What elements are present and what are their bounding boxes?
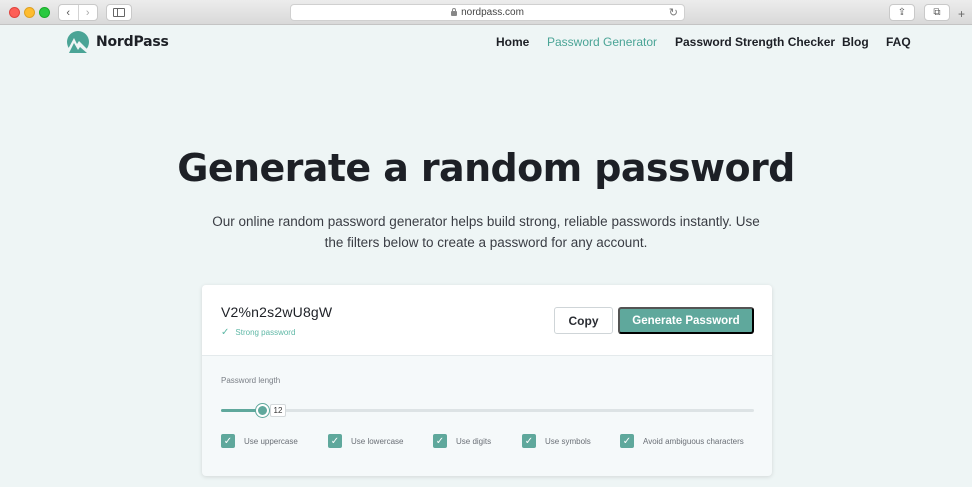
option-label: Use uppercase <box>244 436 298 446</box>
browser-toolbar: ‹ › nordpass.com ↻ ⇪ ⧉ + <box>0 0 972 25</box>
option-label: Use symbols <box>545 436 591 446</box>
option-avoid-ambiguous-characters[interactable]: ✓ Avoid ambiguous characters <box>620 434 744 448</box>
password-length-value: 12 <box>270 404 286 417</box>
forward-icon[interactable]: › <box>77 5 98 20</box>
checkbox-checked-icon[interactable]: ✓ <box>522 434 536 448</box>
password-output-panel: V2%n2s2wU8gW ✓ Strong password Copy Gene… <box>202 285 772 356</box>
option-label: Use digits <box>456 436 492 446</box>
share-icon[interactable]: ⇪ <box>889 4 915 21</box>
subtitle-line-2: the filters below to create a password f… <box>324 235 648 250</box>
option-label: Avoid ambiguous characters <box>643 436 744 446</box>
password-strength-label: Strong password <box>235 328 296 337</box>
nordpass-logo[interactable]: NordPass <box>64 31 169 53</box>
slider-handle[interactable] <box>256 404 270 417</box>
address-bar[interactable]: nordpass.com ↻ <box>290 4 685 21</box>
check-icon: ✓ <box>221 327 230 338</box>
back-icon[interactable]: ‹ <box>59 5 78 20</box>
history-nav: ‹ › <box>58 4 98 21</box>
lock-icon <box>451 8 458 16</box>
zoom-window-button[interactable] <box>39 7 50 18</box>
nav-blog[interactable]: Blog <box>842 35 869 49</box>
option-use-symbols[interactable]: ✓ Use symbols <box>522 434 591 448</box>
logo-text: NordPass <box>96 34 169 50</box>
option-use-lowercase[interactable]: ✓ Use lowercase <box>328 434 403 448</box>
option-label: Use lowercase <box>351 436 404 446</box>
password-length-label: Password length <box>221 376 281 385</box>
option-use-digits[interactable]: ✓ Use digits <box>433 434 491 448</box>
new-tab-icon[interactable]: + <box>958 7 965 21</box>
subtitle-line-1: Our online random password generator hel… <box>212 214 760 229</box>
password-strength-indicator: ✓ Strong password <box>221 327 295 338</box>
reload-icon[interactable]: ↻ <box>669 6 678 19</box>
nav-password-generator[interactable]: Password Generator <box>547 35 657 49</box>
password-length-slider[interactable] <box>221 404 754 417</box>
generate-password-button[interactable]: Generate Password <box>618 307 754 334</box>
checkbox-checked-icon[interactable]: ✓ <box>620 434 634 448</box>
nordpass-mountain-icon <box>67 31 89 53</box>
url-text: nordpass.com <box>461 7 524 18</box>
sidebar-icon <box>113 8 125 17</box>
page-title: Generate a random password <box>177 146 795 190</box>
generated-password[interactable]: V2%n2s2wU8gW <box>221 304 332 320</box>
checkbox-checked-icon[interactable]: ✓ <box>221 434 235 448</box>
checkbox-checked-icon[interactable]: ✓ <box>328 434 342 448</box>
close-window-button[interactable] <box>9 7 20 18</box>
nav-faq[interactable]: FAQ <box>886 35 911 49</box>
minimize-window-button[interactable] <box>24 7 35 18</box>
page-subtitle: Our online random password generator hel… <box>206 211 766 253</box>
copy-button[interactable]: Copy <box>554 307 613 334</box>
nav-password-strength-checker[interactable]: Password Strength Checker <box>675 35 835 49</box>
nav-home[interactable]: Home <box>496 35 529 49</box>
option-use-uppercase[interactable]: ✓ Use uppercase <box>221 434 298 448</box>
password-generator-card: V2%n2s2wU8gW ✓ Strong password Copy Gene… <box>202 285 772 476</box>
tabs-overview-icon[interactable]: ⧉ <box>924 4 950 21</box>
sidebar-toggle-button[interactable] <box>106 4 132 21</box>
checkbox-checked-icon[interactable]: ✓ <box>433 434 447 448</box>
